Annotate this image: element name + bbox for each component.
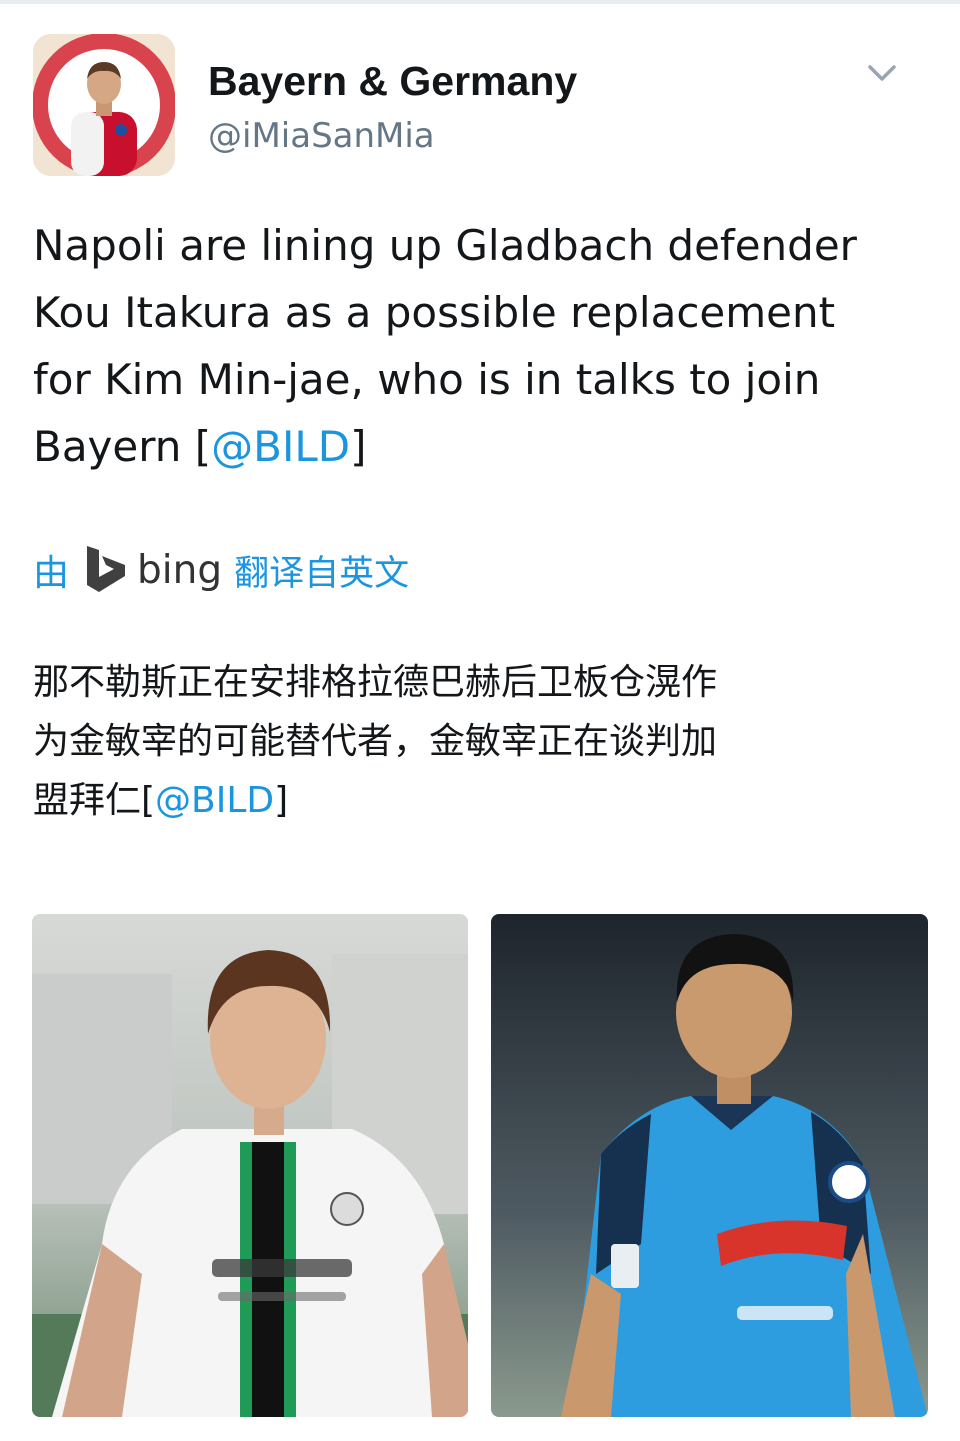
player-photo-white-green-kit-icon xyxy=(32,914,468,1417)
chevron-down-icon xyxy=(868,65,896,81)
more-options-button[interactable] xyxy=(862,58,902,88)
display-name[interactable]: Bayern & Germany xyxy=(208,56,577,106)
tweet-text-prefix: Bayern [ xyxy=(33,422,212,471)
mention-link[interactable]: @BILD xyxy=(211,422,350,471)
media-image-right[interactable] xyxy=(491,914,928,1417)
handle[interactable]: @iMiaSanMia xyxy=(208,114,435,158)
bing-logo-icon xyxy=(87,546,126,592)
translated-text: 那不勒斯正在安排格拉德巴赫后卫板仓滉作 为金敏宰的可能替代者，金敏宰正在谈判加 … xyxy=(33,653,933,830)
top-divider xyxy=(0,0,960,4)
tweet-text: Napoli are lining up Gladbach defender K… xyxy=(33,212,933,480)
media-image-left[interactable] xyxy=(32,914,468,1417)
avatar[interactable] xyxy=(33,34,175,176)
tweet-text-line: for Kim Min-jae, who is in talks to join xyxy=(33,355,821,404)
translated-from-label: 翻译自英文 xyxy=(234,553,410,594)
translation-service-name: bing xyxy=(137,547,223,593)
tweet-text-suffix: ] xyxy=(350,422,367,471)
tweet-text-line: Bayern [@BILD] xyxy=(33,413,933,480)
translated-by-label: 由 xyxy=(33,553,70,594)
translated-text-line: 那不勒斯正在安排格拉德巴赫后卫板仓滉作 xyxy=(33,662,718,703)
translated-text-line: 为金敏宰的可能替代者，金敏宰正在谈判加 xyxy=(33,721,718,762)
translated-text-prefix: 盟拜仁[ xyxy=(33,780,156,821)
tweet-text-line: Kou Itakura as a possible replacement xyxy=(33,288,836,337)
translation-credit[interactable]: 由 bing 翻译自英文 xyxy=(33,540,409,600)
tweet-text-line: Napoli are lining up Gladbach defender xyxy=(33,221,857,270)
player-in-bayern-jersey-avatar-icon xyxy=(33,34,175,176)
translated-mention-link[interactable]: @BILD xyxy=(155,780,274,821)
player-photo-blue-kit-icon xyxy=(491,914,928,1417)
translated-text-suffix: ] xyxy=(274,780,289,821)
translated-text-line: 盟拜仁[@BILD] xyxy=(33,771,933,830)
